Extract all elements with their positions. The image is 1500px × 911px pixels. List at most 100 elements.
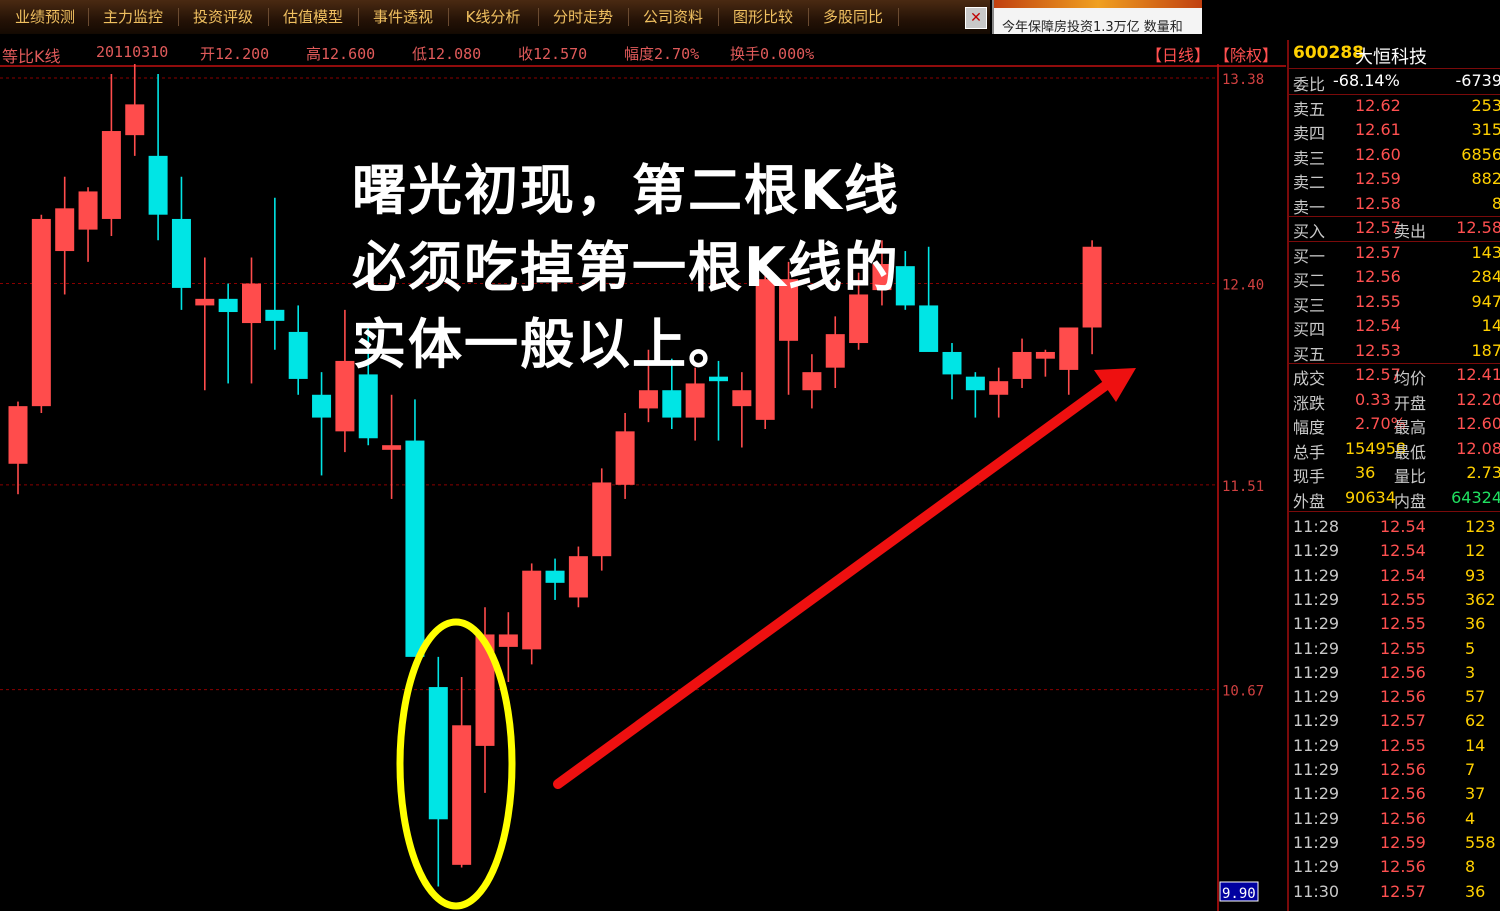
- ad-banner[interactable]: 今年保障房投资1.3万亿 数量和: [992, 0, 1202, 34]
- tick-volume: 362: [1465, 589, 1496, 609]
- stat-label: 最低: [1394, 442, 1427, 462]
- ask-level-label: 卖四: [1293, 124, 1326, 143]
- candle-body: [358, 374, 378, 439]
- annotation-note: 曙光初现，第二根K线 必须吃掉第一根K线的 实体一般以上。: [352, 152, 1012, 383]
- tab-multi-stock-compare[interactable]: 多股同比: [810, 0, 896, 34]
- tab-main-force[interactable]: 主力监控: [90, 0, 176, 34]
- stat-value: 2.73: [1466, 463, 1500, 482]
- tab-chart-compare[interactable]: 图形比较: [720, 0, 806, 34]
- turnover-label: 换手0.000%: [730, 45, 815, 63]
- bid-row: 买三 12.55 947: [1289, 292, 1500, 316]
- price-tick-label: 9.90: [1222, 886, 1256, 902]
- tab-kline-analysis[interactable]: K线分析: [450, 0, 536, 34]
- bid-row: 买四 12.54 14: [1289, 316, 1500, 340]
- period-daily-button[interactable]: 【日线】: [1146, 42, 1210, 66]
- stat-value: 0.33: [1355, 389, 1391, 409]
- candle-body: [382, 445, 402, 450]
- candle-body: [732, 390, 752, 407]
- bid-price: 12.54: [1355, 316, 1401, 335]
- tick-time: 11:29: [1293, 638, 1340, 658]
- ask-row: 卖五 12.62 253: [1289, 96, 1500, 120]
- candle-body: [265, 309, 285, 321]
- tick-row: 11:29 12.56 8: [1289, 857, 1500, 881]
- tick-row: 11:29 12.55 5: [1289, 639, 1500, 663]
- bid-level-label: 买四: [1293, 320, 1326, 339]
- ask-price: 12.61: [1355, 120, 1401, 139]
- tab-divider: [808, 8, 809, 26]
- annotation-note-line: 必须吃掉第一根K线的: [352, 236, 900, 299]
- tab-investment-rating[interactable]: 投资评级: [180, 0, 266, 34]
- stat-label: 总手: [1293, 442, 1326, 462]
- candle-body: [615, 431, 635, 485]
- buy-in-label: 买入: [1293, 222, 1326, 241]
- tab-company-info[interactable]: 公司资料: [630, 0, 716, 34]
- candle-body: [685, 383, 705, 418]
- tick-time: 11:29: [1293, 832, 1340, 852]
- tick-time: 11:29: [1293, 687, 1340, 707]
- tick-time: 11:29: [1293, 541, 1340, 561]
- tick-time: 11:29: [1293, 760, 1340, 779]
- candle-body: [592, 482, 612, 557]
- tick-volume: 5: [1465, 638, 1476, 658]
- sell-out-price: 12.58: [1456, 218, 1500, 237]
- tab-divider: [358, 8, 359, 26]
- open-label: 开12.200: [200, 45, 270, 63]
- close-icon[interactable]: ✕: [965, 7, 987, 29]
- ask-volume: 6856: [1461, 144, 1500, 164]
- tick-price: 12.57: [1380, 881, 1426, 901]
- tick-price: 12.56: [1380, 760, 1426, 779]
- candle-body: [78, 191, 98, 230]
- ask-volume: 253: [1471, 95, 1500, 115]
- tick-time: 11:29: [1293, 565, 1340, 585]
- sell-out-label: 卖出: [1394, 222, 1427, 241]
- tick-price: 12.54: [1380, 541, 1426, 561]
- candle-body: [8, 406, 28, 464]
- tick-time: 11:29: [1293, 711, 1340, 731]
- tick-price: 12.56: [1380, 784, 1426, 804]
- tick-volume: 57: [1465, 687, 1486, 707]
- tick-time: 11:29: [1293, 614, 1340, 634]
- tick-volume: 36: [1465, 614, 1486, 634]
- tick-row: 11:29 12.55 14: [1289, 736, 1500, 760]
- tick-price: 12.56: [1380, 808, 1426, 828]
- candle-body: [452, 725, 472, 865]
- tab-valuation-model[interactable]: 估值模型: [270, 0, 356, 34]
- stat-row: 现手 36 量比 2.73: [1289, 463, 1500, 487]
- candle-body: [1082, 246, 1102, 328]
- tick-row: 11:29 12.57 62: [1289, 711, 1500, 735]
- tick-row: 11:29 12.56 37: [1289, 784, 1500, 808]
- kline-chart[interactable]: 13.38 12.40 11.51 10.67 9.90 曙光初现，第二根K线 必须吃掉…: [0, 64, 1286, 911]
- candle-body: [522, 570, 542, 650]
- stat-label: 量比: [1394, 467, 1427, 486]
- tick-row: 11:29 12.55 36: [1289, 614, 1500, 638]
- bid-row: 买五 12.53 187: [1289, 341, 1500, 365]
- candle-body: [989, 381, 1009, 395]
- stat-row: 总手 154958 最低 12.08: [1289, 439, 1500, 463]
- tick-time: 11:30: [1293, 881, 1340, 901]
- annotation-note-line: 曙光初现，第二根K线: [352, 159, 900, 222]
- ask-price: 12.58: [1355, 193, 1401, 213]
- quote-panel: 600288 大恒科技 委比 -68.14% -6739 卖五 12.62 253 卖四 12…: [1287, 40, 1500, 911]
- bid-volume: 187: [1471, 340, 1500, 360]
- ask-level-label: 卖一: [1293, 197, 1326, 217]
- tab-event-view[interactable]: 事件透视: [360, 0, 446, 34]
- ex-rights-button[interactable]: 【除权】: [1214, 42, 1278, 66]
- amplitude-label: 幅度2.70%: [624, 45, 700, 63]
- candle-body: [498, 634, 518, 647]
- stat-row: 幅度 2.70% 最高 12.60: [1289, 414, 1500, 438]
- tick-price: 12.56: [1380, 662, 1426, 682]
- tab-divider: [538, 8, 539, 26]
- tab-intraday[interactable]: 分时走势: [540, 0, 626, 34]
- divider: [1289, 511, 1500, 512]
- ask-row: 卖一 12.58 8: [1289, 194, 1500, 218]
- kline-info-row: 等比K线 20110310 开12.200 高12.600 低12.080 收1…: [0, 40, 1286, 66]
- low-label: 低12.080: [412, 45, 482, 63]
- stat-value: 64324: [1451, 487, 1500, 507]
- bid-volume: 947: [1471, 291, 1500, 311]
- tick-volume: 37: [1465, 784, 1486, 804]
- candle-body: [171, 218, 191, 288]
- stat-value: 12.41: [1456, 365, 1500, 384]
- candle-body: [288, 331, 308, 379]
- tab-performance-forecast[interactable]: 业绩预测: [4, 0, 86, 34]
- tick-row: 11:29 12.54 12: [1289, 541, 1500, 565]
